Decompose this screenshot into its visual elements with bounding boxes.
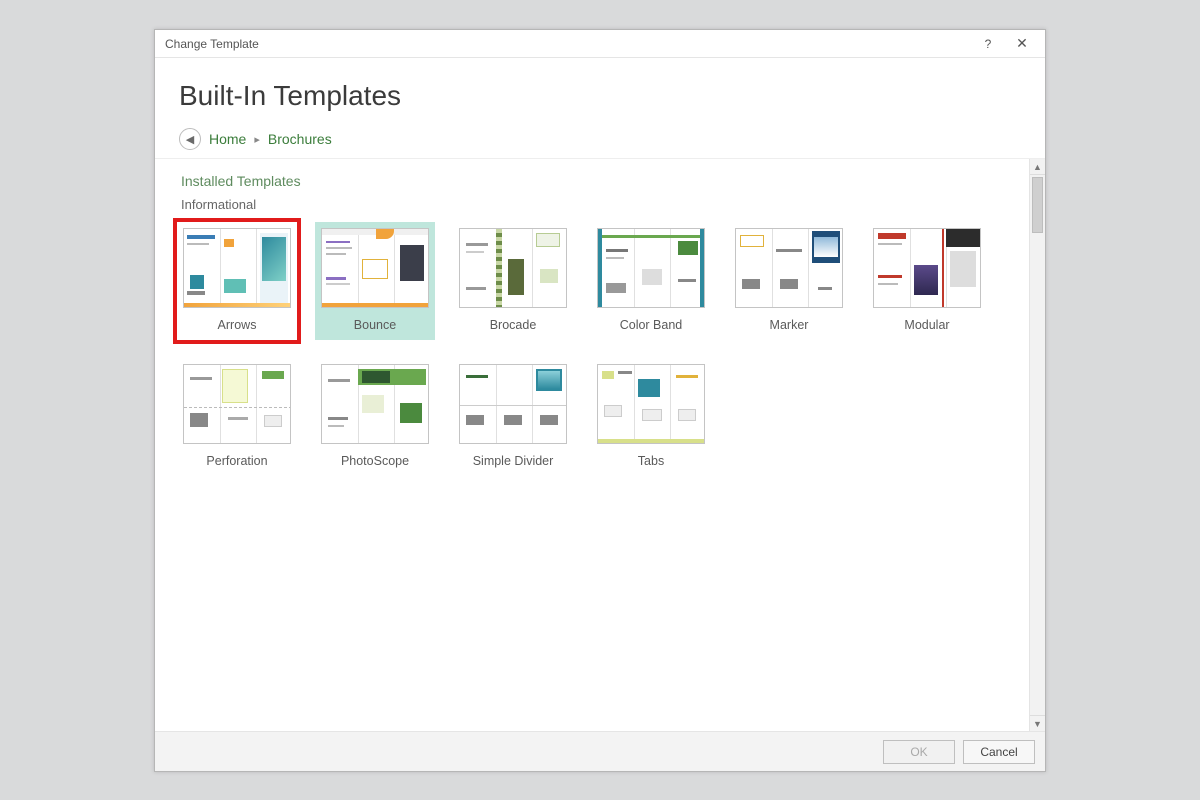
template-thumbnail <box>321 228 429 308</box>
template-thumbnail <box>597 228 705 308</box>
page-title: Built-In Templates <box>179 80 1021 112</box>
ok-button[interactable]: OK <box>883 740 955 764</box>
help-button[interactable]: ? <box>971 32 1005 56</box>
template-item-tabs[interactable]: Tabs <box>591 358 711 476</box>
main-area: Installed Templates Informational <box>155 158 1045 731</box>
scroll-up-button[interactable]: ▲ <box>1030 159 1045 175</box>
template-label: Perforation <box>206 454 267 468</box>
category-label: Informational <box>181 197 1019 212</box>
dialog-title: Change Template <box>165 37 259 51</box>
content-area: Built-In Templates ◀ Home ▸ Brochures In… <box>155 58 1045 731</box>
template-item-modular[interactable]: Modular <box>867 222 987 340</box>
template-thumbnail <box>597 364 705 444</box>
template-item-bounce[interactable]: Bounce <box>315 222 435 340</box>
template-label: Marker <box>770 318 809 332</box>
template-list: Installed Templates Informational <box>155 159 1029 731</box>
template-thumbnail <box>873 228 981 308</box>
scrollbar-thumb[interactable] <box>1032 177 1043 233</box>
back-button[interactable]: ◀ <box>179 128 201 150</box>
scroll-down-button[interactable]: ▼ <box>1030 715 1045 731</box>
breadcrumb-current[interactable]: Brochures <box>268 131 332 147</box>
template-thumbnail <box>735 228 843 308</box>
template-label: Simple Divider <box>473 454 554 468</box>
template-item-color-band[interactable]: Color Band <box>591 222 711 340</box>
installed-templates-label: Installed Templates <box>181 173 1019 189</box>
template-item-marker[interactable]: Marker <box>729 222 849 340</box>
breadcrumb-home[interactable]: Home <box>209 131 246 147</box>
template-thumbnail <box>459 228 567 308</box>
template-thumbnail <box>183 364 291 444</box>
template-label: Arrows <box>218 318 257 332</box>
template-thumbnail <box>183 228 291 308</box>
template-item-perforation[interactable]: Perforation <box>177 358 297 476</box>
template-label: Brocade <box>490 318 537 332</box>
help-icon: ? <box>985 37 992 51</box>
change-template-dialog: Change Template ? ✕ Built-In Templates ◀… <box>154 29 1046 772</box>
template-label: Modular <box>904 318 949 332</box>
titlebar: Change Template ? ✕ <box>155 30 1045 58</box>
template-thumbnail <box>459 364 567 444</box>
template-item-arrows[interactable]: Arrows <box>177 222 297 340</box>
template-item-photoscope[interactable]: PhotoScope <box>315 358 435 476</box>
template-item-brocade[interactable]: Brocade <box>453 222 573 340</box>
template-thumbnail <box>321 364 429 444</box>
chevron-down-icon: ▼ <box>1033 719 1042 729</box>
template-grid: Arrows <box>177 222 1019 476</box>
template-label: Tabs <box>638 454 664 468</box>
scrollbar[interactable]: ▲ ▼ <box>1029 159 1045 731</box>
template-label: Color Band <box>620 318 683 332</box>
breadcrumb: ◀ Home ▸ Brochures <box>179 128 1021 150</box>
template-label: PhotoScope <box>341 454 409 468</box>
header: Built-In Templates ◀ Home ▸ Brochures <box>155 58 1045 158</box>
back-icon: ◀ <box>186 133 194 146</box>
dialog-footer: OK Cancel <box>155 731 1045 771</box>
close-icon: ✕ <box>1016 35 1028 52</box>
close-button[interactable]: ✕ <box>1005 32 1039 56</box>
template-label: Bounce <box>354 318 396 332</box>
chevron-up-icon: ▲ <box>1033 162 1042 172</box>
breadcrumb-separator-icon: ▸ <box>254 133 260 146</box>
template-item-simple-divider[interactable]: Simple Divider <box>453 358 573 476</box>
cancel-button[interactable]: Cancel <box>963 740 1035 764</box>
